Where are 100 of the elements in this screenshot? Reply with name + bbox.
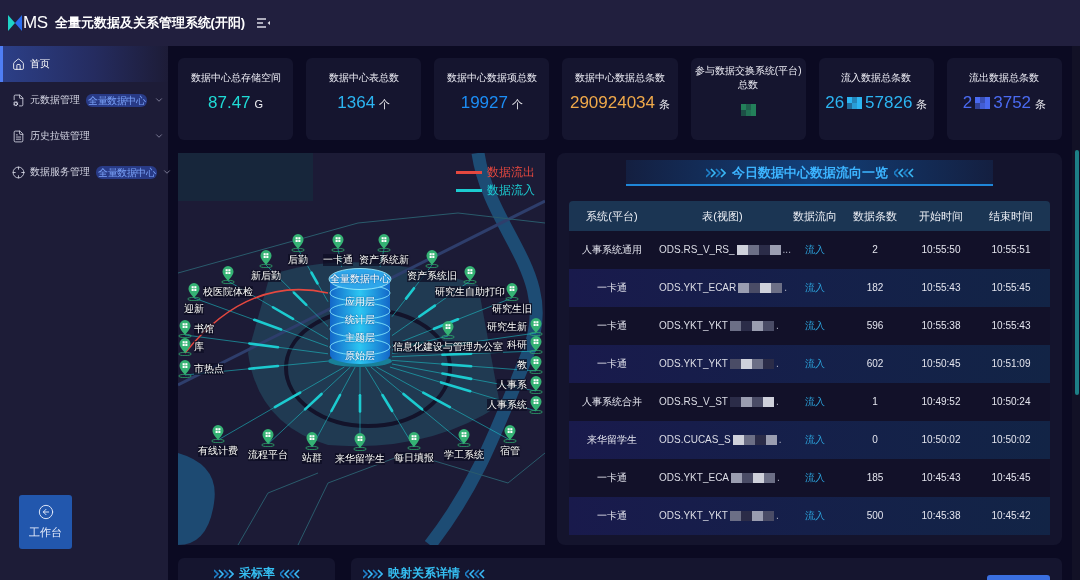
column-header: 开始时间 (918, 209, 964, 223)
table-cell-text: 10:55:50 (920, 244, 962, 256)
table-cell-text: 10:55:45 (990, 282, 1032, 294)
app-title: 全量元数据及关系管理系统(开阳) (54, 15, 246, 31)
redaction-mosaic (731, 473, 776, 483)
chevrons-right-icon (705, 168, 726, 178)
sidebar-item[interactable]: 数据服务管理 全量数据中心 (0, 154, 168, 190)
map-pin-icon (259, 250, 273, 268)
stat-value: 3752 (993, 93, 1032, 113)
map-pin-icon (529, 336, 543, 354)
stat-value: 1364 (337, 93, 376, 113)
scrollbar-thumb[interactable] (1075, 150, 1079, 395)
node-label: 来华留学生 (335, 453, 385, 465)
node-label: 资产系统新 (359, 254, 409, 266)
logo-text: MS (23, 13, 48, 33)
node-label: 学工系统 (444, 449, 484, 461)
map-pin-icon (291, 234, 305, 252)
column-header: 数据条数 (852, 209, 898, 223)
sidebar-item[interactable]: 元数据管理 全量数据中心 (0, 82, 168, 118)
column-header: 数据流向 (792, 209, 838, 223)
workbench-button[interactable]: 工作台 (19, 495, 72, 549)
ellipsis-text: . (784, 282, 788, 294)
table-cell-text: 来华留学生 (586, 434, 638, 446)
table-cell-text: 10:45:42 (990, 510, 1032, 522)
node-label: 科研 (507, 339, 527, 351)
layer-label: 原始层 (344, 350, 376, 362)
redaction-mosaic (738, 283, 783, 293)
ellipsis-text: . (777, 472, 780, 484)
stat-unit: 条 (916, 98, 928, 111)
scope-tag: 全量数据中心 (96, 165, 157, 179)
ellipsis-text: ... (782, 244, 791, 256)
stat-unit: 条 (1035, 98, 1047, 111)
node-label: 研究生旧 (492, 303, 532, 315)
action-button[interactable] (987, 575, 1050, 580)
redaction-mosaic (732, 435, 777, 445)
stat-value: 87.47 (208, 93, 251, 113)
chevrons-right-icon (213, 568, 234, 579)
table-cell-text: 10:51:09 (990, 358, 1032, 370)
map-pin-icon (529, 356, 543, 374)
flow-direction: 流入 (804, 282, 826, 294)
menu-icon[interactable] (257, 18, 271, 28)
layer-label: 应用层 (344, 296, 376, 308)
redaction-mosaic (975, 97, 991, 109)
node-label: 校医院体检 (203, 286, 253, 298)
map-pin-icon (425, 250, 439, 268)
table-cell-text: 10:55:43 (990, 320, 1032, 332)
table-cell-text: 185 (865, 472, 885, 484)
stat-title: 数据中心表总数 (328, 71, 399, 85)
map-pin-icon (211, 425, 225, 443)
redaction-mosaic (729, 321, 774, 331)
map-pin-icon (441, 321, 455, 339)
table-cell-text: 一卡通 (596, 472, 628, 484)
map-pin-icon (503, 425, 517, 443)
map-pin-icon (377, 234, 391, 252)
table-cell-text: 一卡通 (596, 358, 628, 370)
table-cell-text: 人事系统通用 (581, 244, 643, 256)
chevrons-left-icon (893, 168, 914, 178)
file-gear-icon (12, 93, 25, 107)
map-pin-icon (407, 432, 421, 450)
node-label: 信息化建设与管理办公室 (393, 341, 503, 353)
flow-direction: 流入 (804, 358, 826, 370)
stat-value: 2 (962, 93, 973, 113)
redaction-mosaic (736, 245, 781, 255)
table-name: ODS.YKT_ECA (659, 472, 730, 484)
node-label: 资产系统旧 (407, 270, 457, 282)
map-pin-icon (187, 283, 201, 301)
map-pin-icon (305, 432, 319, 450)
chevrons-right-icon (363, 568, 383, 579)
table-name: ODS.YKT_YKT (659, 510, 728, 522)
node-label: 书馆 (194, 323, 214, 335)
table-cell-text: 一卡通 (596, 282, 628, 294)
table-name: ODS.RS_V_ST (659, 396, 728, 408)
ellipsis-text: . (775, 320, 779, 332)
flow-direction: 流入 (804, 396, 826, 408)
sidebar-item[interactable]: 历史拉链管理 (0, 118, 168, 154)
ellipsis-text: . (775, 510, 779, 522)
stat-unit: 个 (512, 98, 523, 111)
chevrons-left-icon (279, 568, 300, 579)
table-cell-text: 10:50:24 (990, 396, 1032, 408)
table-cell-text: 10:49:52 (920, 396, 962, 408)
layer-label: 统计层 (344, 314, 376, 326)
stat-value: 26 (825, 93, 845, 113)
ellipsis-text: . (775, 396, 779, 408)
table-cell-text: 596 (865, 320, 885, 332)
stat-title: 参与数据交换系统(平台)总数 (693, 64, 803, 92)
table-cell-text: 10:45:43 (920, 472, 962, 484)
map-pin-icon (529, 376, 543, 394)
cylinder-title: 全量数据中心 (330, 273, 390, 285)
node-label: 研究生新 (487, 321, 527, 333)
node-label: 每日填报 (394, 452, 434, 464)
table-cell-text: 人事系统合并 (581, 396, 643, 408)
node-label: 流程平台 (248, 449, 288, 461)
column-header: 系统(平台) (585, 209, 639, 223)
home-icon (12, 57, 25, 71)
table-cell-text: 10:50:45 (920, 358, 962, 370)
map-pin-icon (505, 283, 519, 301)
map-pin-icon (529, 396, 543, 414)
flow-direction: 流入 (804, 434, 826, 446)
panel-title: 采标率 (238, 567, 275, 580)
table-cell-text: 10:55:43 (920, 282, 962, 294)
